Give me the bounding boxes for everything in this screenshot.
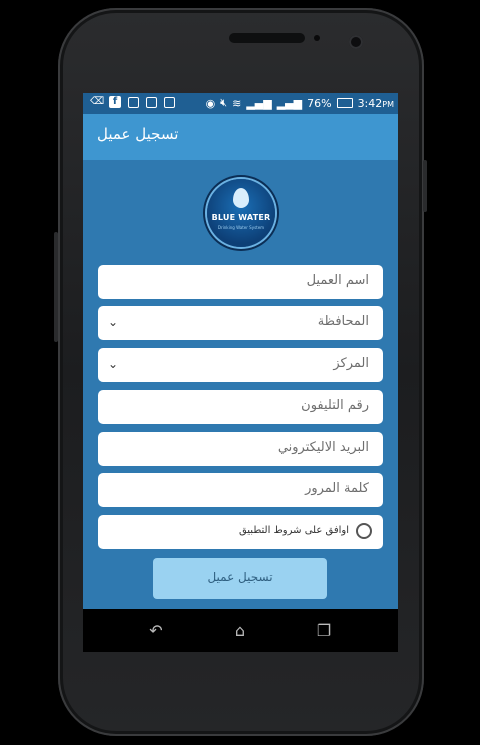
app-bar: تسجيل عميل — [83, 114, 398, 160]
usb-icon: ⌫ — [90, 96, 105, 107]
water-drop-icon — [233, 188, 249, 208]
phone-field[interactable]: رقم التليفون — [98, 390, 383, 424]
sensor-dot — [314, 35, 320, 41]
wifi-icon: ≋ — [232, 96, 242, 110]
code-icon — [146, 96, 157, 108]
mute-icon: 🔇︎ — [220, 96, 228, 109]
front-camera — [349, 35, 363, 49]
logo-name: BLUE WATER — [211, 213, 271, 222]
logo-subtitle: Drinking Water System — [217, 225, 265, 230]
governorate-label: المحافظة — [317, 314, 369, 329]
battery-percent: 76% — [307, 96, 332, 110]
clock: 3:42PM — [357, 96, 394, 110]
phone-label: رقم التليفون — [301, 398, 369, 413]
recents-icon[interactable]: ❐ — [314, 621, 334, 641]
page-title: تسجيل عميل — [97, 125, 179, 143]
chevron-down-icon: ⌄ — [108, 315, 119, 329]
code-icon — [164, 96, 175, 108]
center-label: المركز — [333, 356, 369, 371]
power-button — [423, 160, 427, 212]
back-icon[interactable]: ↶ — [146, 621, 166, 641]
governorate-select[interactable]: ⌄ المحافظة — [98, 306, 383, 340]
volume-button — [54, 232, 58, 342]
terms-label: اوافق على شروط التطبيق — [238, 525, 349, 536]
email-field[interactable]: البريد الاليكتروني — [98, 432, 383, 466]
center-select[interactable]: ⌄ المركز — [98, 348, 383, 382]
screen: ⌫ f ◉ 🔇︎ ≋ ▂▄▆ ▂▄▆ 76% 3:42PM تسجيل عميل… — [83, 93, 398, 609]
customer-name-field[interactable]: اسم العميل — [98, 265, 383, 299]
brand-logo: BLUE WATER Drinking Water System — [207, 179, 275, 247]
email-label: البريد الاليكتروني — [277, 440, 369, 455]
customer-name-label: اسم العميل — [306, 273, 369, 288]
chevron-down-icon: ⌄ — [108, 357, 119, 371]
cast-icon: ◉ — [205, 96, 216, 110]
status-bar: ⌫ f ◉ 🔇︎ ≋ ▂▄▆ ▂▄▆ 76% 3:42PM — [83, 93, 398, 114]
terms-row: اوافق على شروط التطبيق — [98, 515, 383, 549]
password-field[interactable]: كلمة المرور — [98, 473, 383, 507]
facebook-icon: f — [109, 96, 121, 108]
terms-radio[interactable] — [356, 523, 372, 539]
nav-bar: ↶ ⌂ ❐ — [83, 609, 398, 652]
signal-2-icon: ▂▄▆ — [276, 96, 303, 110]
battery-icon — [336, 98, 353, 108]
register-button[interactable]: تسجيل عميل — [153, 558, 327, 599]
checkbox-icon — [128, 96, 139, 108]
password-label: كلمة المرور — [305, 481, 369, 496]
register-button-label: تسجيل عميل — [207, 570, 273, 584]
home-icon[interactable]: ⌂ — [230, 621, 250, 641]
signal-1-icon: ▂▄▆ — [246, 96, 272, 110]
earpiece-speaker — [229, 33, 305, 43]
